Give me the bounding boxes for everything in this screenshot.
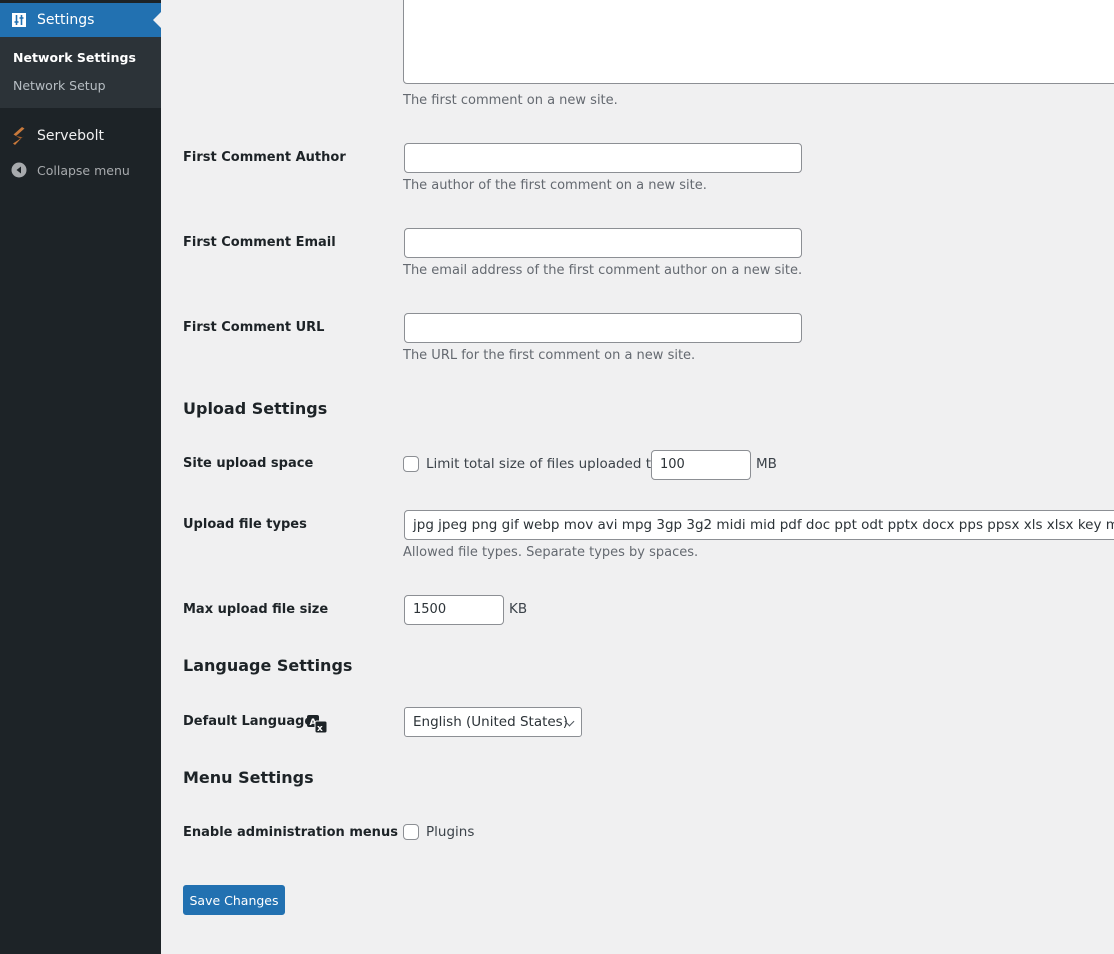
first-comment-email-label: First Comment Email bbox=[183, 235, 336, 250]
first-comment-email-description: The email address of the first comment a… bbox=[403, 263, 803, 278]
upload-space-unit: MB bbox=[756, 456, 777, 472]
site-upload-space-label: Site upload space bbox=[183, 456, 314, 471]
menu-settings-heading: Menu Settings bbox=[183, 768, 314, 787]
first-comment-url-description: The URL for the first comment on a new s… bbox=[403, 348, 696, 363]
enable-admin-menus-label: Enable administration menus bbox=[183, 825, 398, 840]
sidebar-item-settings-label: Settings bbox=[37, 12, 95, 28]
first-comment-textarea[interactable] bbox=[403, 0, 1114, 84]
first-comment-author-label: First Comment Author bbox=[183, 150, 346, 165]
upload-settings-heading: Upload Settings bbox=[183, 399, 328, 418]
current-menu-arrow bbox=[153, 12, 161, 28]
save-changes-button[interactable]: Save Changes bbox=[183, 885, 285, 915]
first-comment-author-input[interactable] bbox=[404, 143, 802, 173]
upload-space-input[interactable]: 100 bbox=[651, 450, 751, 480]
first-comment-url-input[interactable] bbox=[404, 313, 802, 343]
submenu-network-setup[interactable]: Network Setup bbox=[13, 78, 106, 93]
plugins-menu-checkbox[interactable] bbox=[403, 824, 419, 840]
default-language-select[interactable]: English (United States) bbox=[404, 707, 582, 737]
collapse-arrow-icon bbox=[11, 160, 27, 180]
upload-file-types-input[interactable]: jpg jpeg png gif webp mov avi mpg 3gp 3g… bbox=[404, 510, 1114, 540]
servebolt-logo-icon bbox=[11, 126, 27, 146]
submenu-network-settings[interactable]: Network Settings bbox=[13, 50, 136, 65]
sidebar-item-servebolt[interactable]: Servebolt bbox=[0, 121, 161, 151]
default-language-label: Default Language bbox=[183, 714, 314, 729]
plugins-menu-label: Plugins bbox=[426, 824, 475, 840]
first-comment-description: The first comment on a new site. bbox=[403, 93, 618, 108]
default-language-selected: English (United States) bbox=[413, 714, 568, 730]
first-comment-url-label: First Comment URL bbox=[183, 320, 325, 335]
upload-file-types-description: Allowed file types. Separate types by sp… bbox=[403, 545, 699, 560]
upload-file-types-label: Upload file types bbox=[183, 517, 307, 532]
settings-submenu: Network Settings Network Setup bbox=[0, 37, 161, 108]
language-settings-heading: Language Settings bbox=[183, 656, 353, 675]
settings-sliders-icon bbox=[12, 13, 26, 27]
limit-upload-space-checkbox[interactable] bbox=[403, 456, 419, 472]
first-comment-author-description: The author of the first comment on a new… bbox=[403, 178, 707, 193]
translation-icon: A x bbox=[307, 715, 329, 734]
sidebar-item-servebolt-label: Servebolt bbox=[37, 128, 104, 144]
main-content: The first comment on a new site. First C… bbox=[161, 0, 1114, 954]
svg-text:x: x bbox=[317, 724, 323, 733]
collapse-menu-button[interactable]: Collapse menu bbox=[0, 155, 161, 185]
max-upload-file-size-label: Max upload file size bbox=[183, 602, 329, 617]
sidebar-item-settings[interactable]: Settings bbox=[0, 3, 161, 37]
collapse-menu-label: Collapse menu bbox=[37, 162, 130, 178]
max-upload-file-size-input[interactable]: 1500 bbox=[404, 595, 504, 625]
max-upload-file-size-unit: KB bbox=[509, 601, 528, 617]
first-comment-email-input[interactable] bbox=[404, 228, 802, 258]
limit-upload-space-label: Limit total size of files uploaded to bbox=[426, 456, 660, 472]
admin-sidebar: Settings Network Settings Network Setup … bbox=[0, 0, 161, 954]
